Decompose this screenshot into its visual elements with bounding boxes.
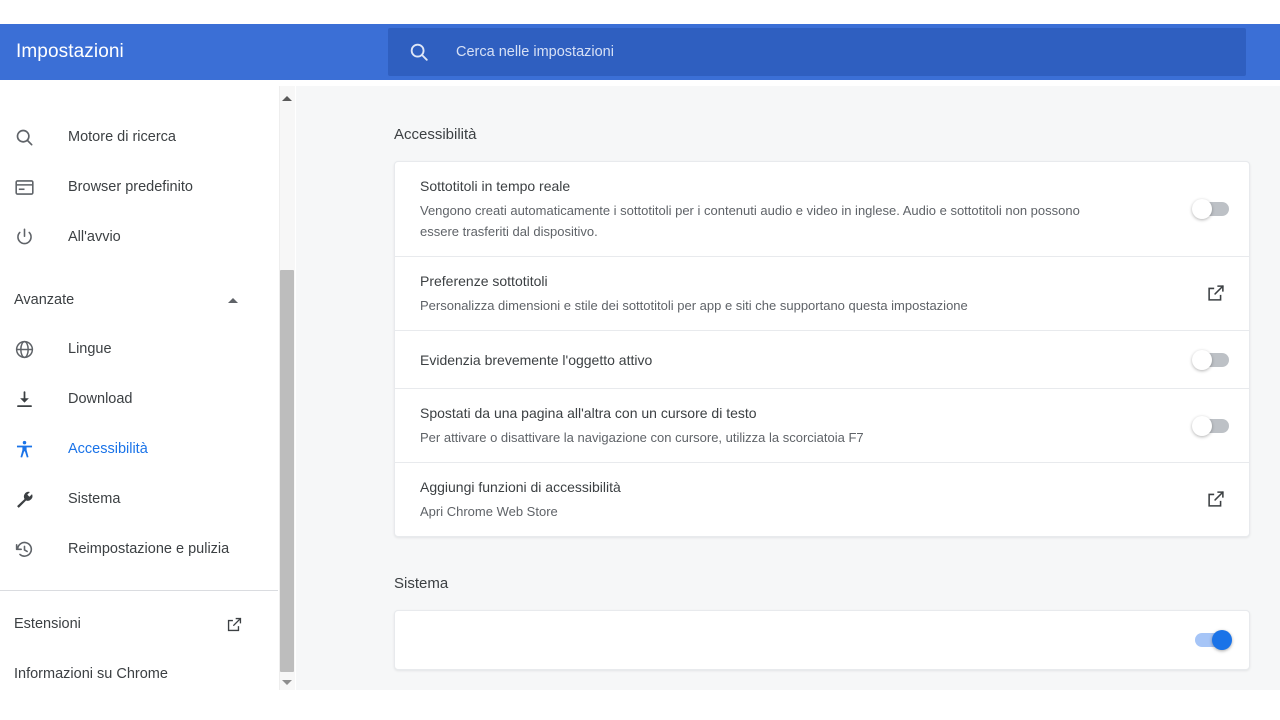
toggle-sottotitoli-in-tempo-reale[interactable] xyxy=(1192,199,1229,219)
scroll-down-button[interactable] xyxy=(280,674,294,690)
clipped-icon xyxy=(14,86,44,99)
history-restore-icon xyxy=(14,537,44,561)
accessibility-person-icon xyxy=(14,437,44,461)
external-link-icon[interactable] xyxy=(1205,282,1229,306)
triangle-up-icon xyxy=(282,95,292,101)
setting-row-preferenze-sottotitoli[interactable]: Preferenze sottotitoli Personalizza dime… xyxy=(395,256,1249,330)
sidebar-item-label: All'avvio xyxy=(68,229,121,245)
sidebar-item-estensioni[interactable]: Estensioni xyxy=(0,599,278,649)
setting-description: Apri Chrome Web Store xyxy=(420,504,558,519)
sidebar-scrollbar-thumb[interactable] xyxy=(280,270,294,672)
sidebar-item-all-avvio[interactable]: All'avvio xyxy=(0,212,278,262)
sidebar-item-label: Reimpostazione e pulizia xyxy=(68,541,230,557)
power-icon xyxy=(14,225,44,249)
browser-window-icon xyxy=(14,175,44,199)
page-title: Impostazioni xyxy=(16,41,124,62)
toggle-system-first-setting[interactable] xyxy=(1195,630,1232,650)
toggle-navigazione-cursore[interactable] xyxy=(1192,415,1229,436)
settings-header-bar: Impostazioni xyxy=(0,24,1280,80)
setting-title: Evidenzia brevemente l'oggetto attivo xyxy=(420,351,653,368)
setting-title: Spostati da una pagina all'altra con un … xyxy=(420,405,757,421)
sidebar-item-label: Sistema xyxy=(68,491,121,507)
sidebar-item-browser-predefinito[interactable]: Browser predefinito xyxy=(0,162,278,212)
sidebar-item-clipped-above[interactable] xyxy=(0,86,278,112)
section-heading-sistema: Sistema xyxy=(394,575,449,592)
external-link-icon xyxy=(225,615,244,634)
sidebar-item-label: Informazioni su Chrome xyxy=(14,666,168,682)
setting-row-navigazione-cursore[interactable]: Spostati da una pagina all'altra con un … xyxy=(395,388,1249,462)
setting-row-aggiungi-funzioni-accessibilita[interactable]: Aggiungi funzioni di accessibilità Apri … xyxy=(395,462,1249,536)
search-icon xyxy=(408,41,430,63)
system-settings-card xyxy=(394,610,1250,670)
sidebar-item-lingue[interactable]: Lingue xyxy=(0,324,278,374)
sidebar-divider xyxy=(0,590,278,591)
settings-sidebar: Motore di ricerca Browser predefinito Al… xyxy=(0,86,296,690)
sidebar-section-avanzate[interactable]: Avanzate xyxy=(0,276,278,324)
setting-row-evidenzia-oggetto-attivo[interactable]: Evidenzia brevemente l'oggetto attivo xyxy=(395,330,1249,388)
settings-window: Impostazioni Cerca nelle impostazioni Mo… xyxy=(0,0,1280,720)
sidebar-item-informazioni-su-chrome[interactable]: Informazioni su Chrome xyxy=(0,649,278,690)
search-icon xyxy=(14,125,44,149)
sidebar-item-label: Lingue xyxy=(68,341,112,357)
sidebar-scroll-area: Motore di ricerca Browser predefinito Al… xyxy=(0,86,278,690)
sidebar-item-reimpostazione-e-pulizia[interactable]: Reimpostazione e pulizia xyxy=(0,524,278,574)
sidebar-item-download[interactable]: Download xyxy=(0,374,278,424)
setting-title: Aggiungi funzioni di accessibilità xyxy=(420,479,621,495)
setting-row-sottotitoli-in-tempo-reale[interactable]: Sottotitoli in tempo reale Vengono creat… xyxy=(395,162,1249,256)
sidebar-item-sistema[interactable]: Sistema xyxy=(0,474,278,524)
toggle-knob xyxy=(1192,349,1212,370)
triangle-down-icon xyxy=(282,679,292,685)
toggle-knob xyxy=(1192,199,1212,219)
sidebar-item-motore-di-ricerca[interactable]: Motore di ricerca xyxy=(0,112,278,162)
download-icon xyxy=(14,387,44,411)
sidebar-item-label: Motore di ricerca xyxy=(68,129,176,145)
search-input[interactable] xyxy=(456,40,1156,64)
toggle-knob xyxy=(1192,415,1212,436)
setting-title: Preferenze sottotitoli xyxy=(420,273,548,289)
wrench-icon xyxy=(14,487,44,511)
chevron-up-icon xyxy=(228,297,238,303)
toggle-evidenzia-oggetto-attivo[interactable] xyxy=(1192,349,1229,370)
sidebar-item-label: Download xyxy=(68,391,133,407)
sidebar-item-label: Estensioni xyxy=(14,616,81,632)
toggle-knob xyxy=(1212,630,1232,650)
setting-description: Personalizza dimensioni e stile dei sott… xyxy=(420,298,968,313)
sidebar-item-accessibilita[interactable]: Accessibilità xyxy=(0,424,278,474)
section-heading-accessibilita: Accessibilità xyxy=(394,126,477,143)
settings-content: Accessibilità Sottotitoli in tempo reale… xyxy=(296,86,1280,690)
setting-description: Per attivare o disattivare la navigazion… xyxy=(420,430,864,445)
accessibility-settings-card: Sottotitoli in tempo reale Vengono creat… xyxy=(394,161,1250,537)
external-link-icon[interactable] xyxy=(1205,488,1229,512)
globe-icon xyxy=(14,337,44,361)
search-box[interactable] xyxy=(388,28,1246,76)
sidebar-item-label: Accessibilità xyxy=(68,441,148,457)
scroll-up-button[interactable] xyxy=(280,90,294,106)
sidebar-section-label: Avanzate xyxy=(14,292,75,308)
setting-title: Sottotitoli in tempo reale xyxy=(420,178,571,194)
setting-description: Vengono creati automaticamente i sottoti… xyxy=(420,203,1080,239)
sidebar-item-label: Browser predefinito xyxy=(68,179,193,195)
